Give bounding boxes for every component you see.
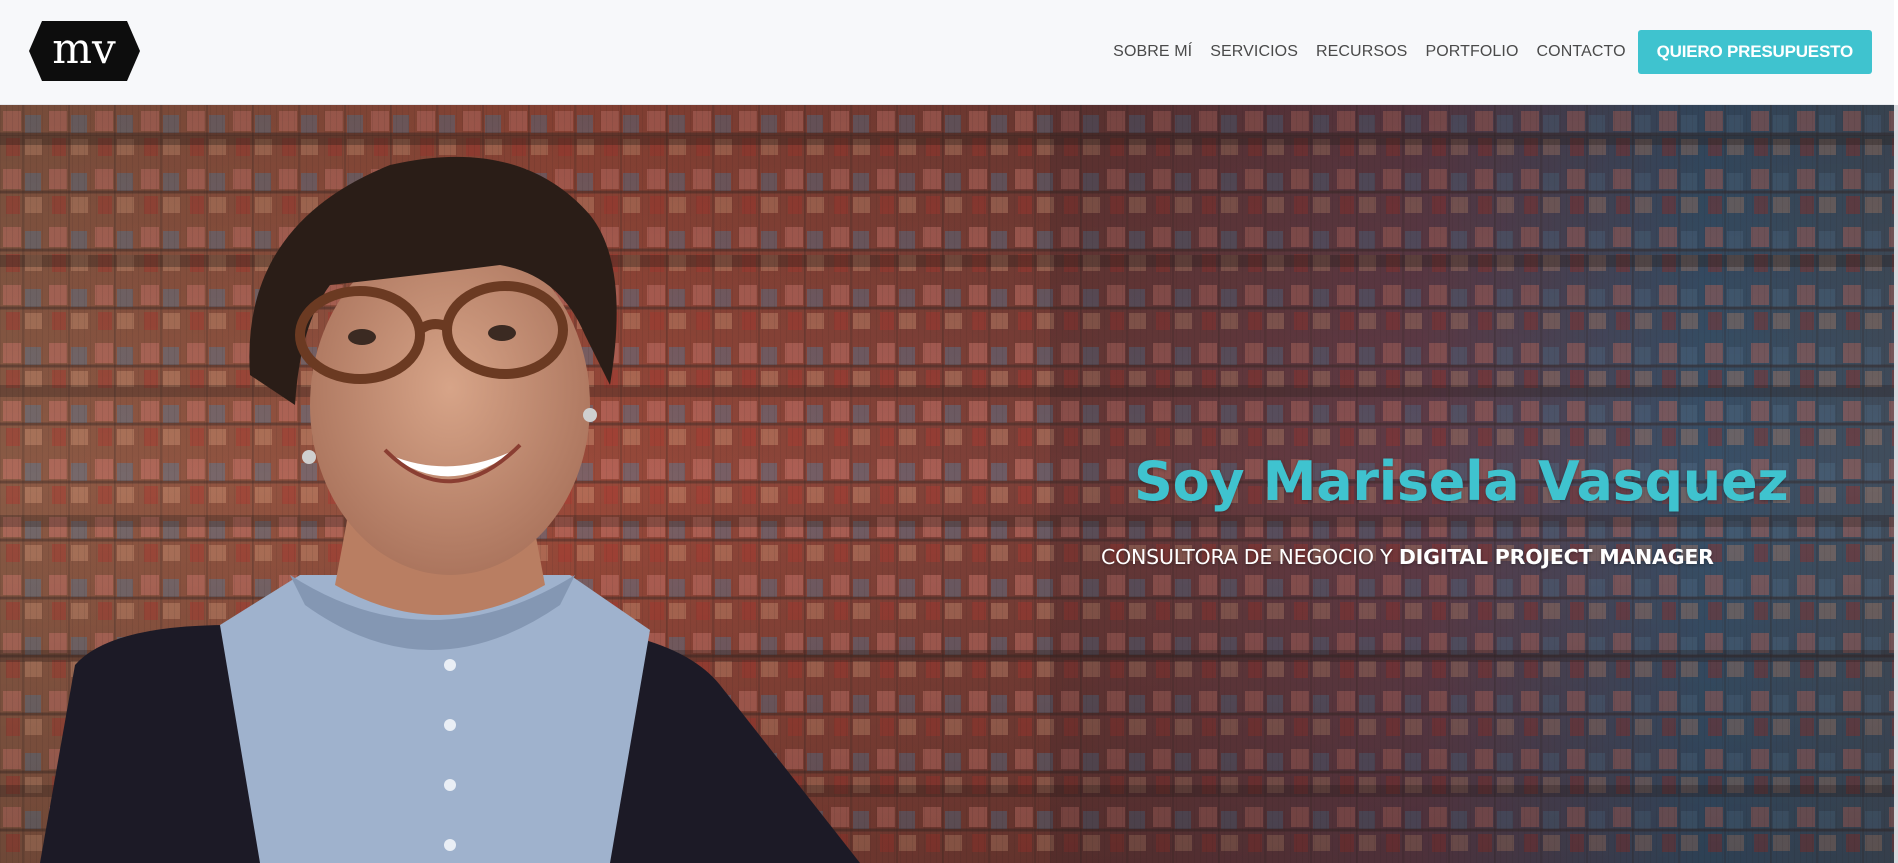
hero-title: Soy Marisela Vasquez <box>1134 450 1789 513</box>
site-logo[interactable]: mv <box>28 19 141 83</box>
nav-link-contacto[interactable]: CONTACTO <box>1537 43 1626 61</box>
nav-link-recursos[interactable]: RECURSOS <box>1316 43 1407 61</box>
hero-section: Soy Marisela Vasquez CONSULTORA DE NEGOC… <box>0 105 1894 863</box>
mv-logo-icon: mv <box>29 21 140 81</box>
page-scrollbar[interactable] <box>1894 105 1898 863</box>
logo-text: mv <box>52 24 116 73</box>
nav-link-sobre-mi[interactable]: SOBRE MÍ <box>1113 43 1192 61</box>
nav-link-servicios[interactable]: SERVICIOS <box>1210 43 1298 61</box>
main-nav: SOBRE MÍ SERVICIOS RECURSOS PORTFOLIO CO… <box>1113 30 1872 74</box>
hero-subtitle: CONSULTORA DE NEGOCIO Y DIGITAL PROJECT … <box>1101 545 1714 569</box>
quote-button[interactable]: QUIERO PRESUPUESTO <box>1637 30 1872 74</box>
hero-subtitle-regular: CONSULTORA DE NEGOCIO Y <box>1101 545 1399 569</box>
nav-link-portfolio[interactable]: PORTFOLIO <box>1425 43 1518 61</box>
site-header: mv SOBRE MÍ SERVICIOS RECURSOS PORTFOLIO… <box>0 0 1894 105</box>
hero-subtitle-bold: DIGITAL PROJECT MANAGER <box>1398 545 1714 569</box>
